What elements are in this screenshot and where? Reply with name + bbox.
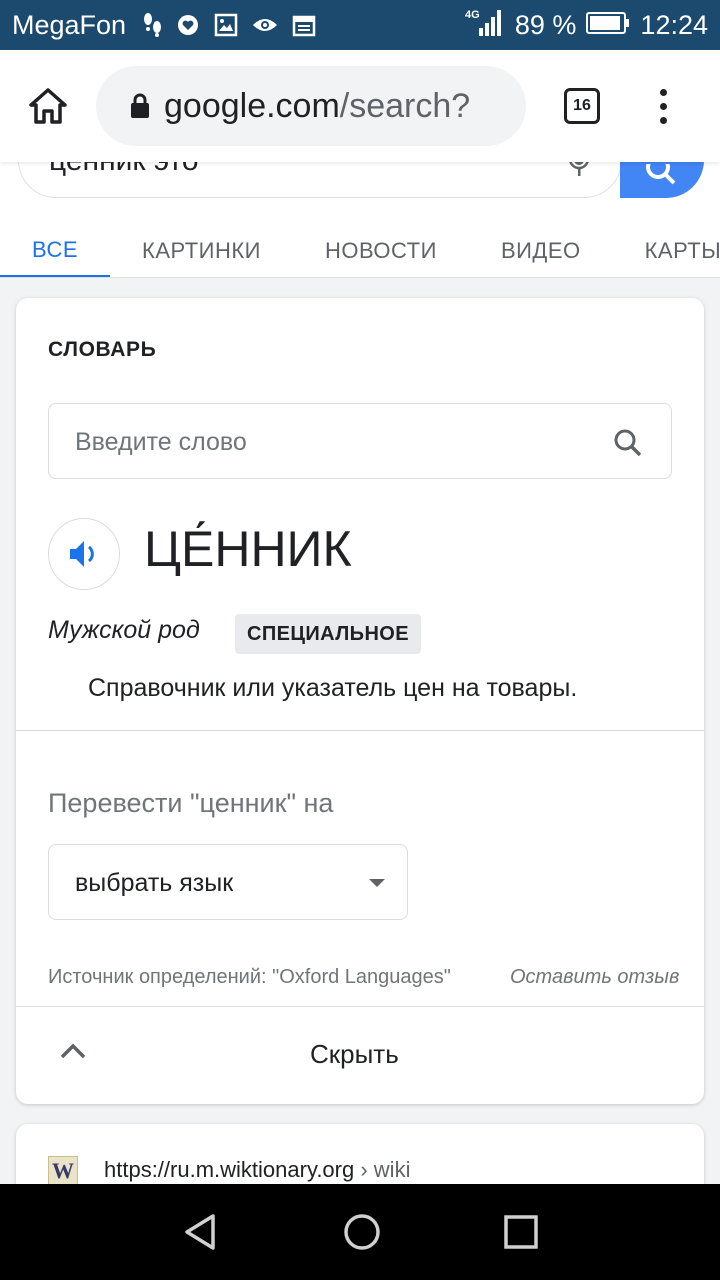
calendar-icon	[292, 13, 316, 37]
divider	[16, 730, 704, 731]
eye-icon	[252, 16, 278, 34]
menu-dot-icon	[660, 116, 667, 124]
status-bar: MegaFon 4G 89 % 12:24	[0, 0, 720, 50]
search-icon[interactable]	[613, 428, 643, 458]
feedback-link[interactable]: Оставить отзыв	[510, 966, 679, 989]
home-button[interactable]	[0, 87, 96, 125]
result-url-host: https://ru.m.wiktionary.org	[104, 1157, 355, 1182]
chevron-up-icon	[60, 1043, 86, 1059]
search-tabs: ВСЕ КАРТИНКИ НОВОСТИ ВИДЕО КАРТЫ	[0, 224, 720, 277]
heart-icon	[176, 14, 200, 36]
svg-text:4G: 4G	[465, 9, 480, 21]
language-select[interactable]: выбрать язык	[48, 844, 408, 920]
tab-all[interactable]: ВСЕ	[0, 224, 111, 277]
register-badge: СПЕЦИАЛЬНОЕ	[235, 614, 421, 654]
lock-icon	[131, 93, 149, 118]
microphone-icon[interactable]	[567, 162, 591, 179]
dictionary-card: СЛОВАРЬ Введите слово ЦЕ́ННИК Мужской ро…	[16, 298, 704, 1104]
search-query: ценник это	[49, 162, 199, 177]
clock: 12:24	[640, 9, 708, 40]
tab-switcher-button[interactable]: 16	[564, 88, 600, 124]
definition-text: Справочник или указатель цен на товары.	[88, 674, 578, 702]
url-path: /search?	[339, 86, 471, 125]
collapse-button[interactable]: Скрыть	[16, 1007, 704, 1102]
result-breadcrumb: › wiki	[360, 1157, 411, 1182]
dictionary-input-placeholder: Введите слово	[75, 428, 247, 456]
home-circle-icon[interactable]	[342, 1212, 382, 1252]
image-icon	[214, 13, 238, 37]
battery-label: 89 %	[514, 9, 577, 40]
home-icon	[29, 88, 67, 124]
result-url[interactable]: https://ru.m.wiktionary.org › wiki	[104, 1157, 410, 1183]
url-text: google.com/search?	[164, 87, 470, 126]
tab-video[interactable]: ВИДЕО	[469, 224, 613, 277]
grammatical-gender: Мужской род	[48, 616, 200, 644]
browser-toolbar: google.com/search? 16	[0, 50, 720, 162]
address-bar[interactable]: google.com/search?	[96, 66, 526, 146]
definition-source: Источник определений: "Oxford Languages"	[48, 966, 451, 988]
card-title: СЛОВАРЬ	[48, 338, 157, 361]
back-icon[interactable]	[181, 1212, 221, 1252]
headword: ЦЕ́ННИК	[144, 521, 352, 577]
system-navigation-bar	[0, 1184, 720, 1280]
recents-icon[interactable]	[503, 1214, 539, 1250]
menu-dot-icon	[660, 102, 667, 110]
tab-news[interactable]: НОВОСТИ	[293, 224, 469, 277]
search-header: ценник это ВСЕ КАРТИНКИ НОВОСТИ ВИДЕО КА…	[0, 162, 720, 278]
dropdown-arrow-icon	[369, 879, 385, 887]
overflow-menu-button[interactable]	[660, 88, 667, 124]
translate-label: Перевести "ценник" на	[48, 788, 334, 818]
search-submit-button[interactable]	[620, 162, 704, 198]
url-host: google.com	[164, 86, 340, 125]
tab-images[interactable]: КАРТИНКИ	[110, 224, 293, 277]
menu-dot-icon	[660, 88, 667, 96]
search-input[interactable]: ценник это	[18, 162, 622, 198]
pronunciation-button[interactable]	[48, 518, 120, 590]
signal-icon: 4G	[465, 6, 505, 45]
carrier-label: MegaFon	[12, 9, 127, 40]
collapse-label: Скрыть	[310, 1039, 399, 1069]
dictionary-word-input[interactable]: Введите слово	[48, 403, 672, 479]
footsteps-icon	[142, 13, 162, 37]
tab-maps[interactable]: КАРТЫ	[613, 224, 720, 277]
tab-count: 16	[573, 97, 591, 114]
battery-icon	[586, 10, 630, 41]
search-icon	[646, 164, 676, 185]
speaker-icon	[70, 541, 94, 567]
wiktionary-favicon: W	[48, 1156, 78, 1186]
language-select-value: выбрать язык	[75, 869, 234, 897]
